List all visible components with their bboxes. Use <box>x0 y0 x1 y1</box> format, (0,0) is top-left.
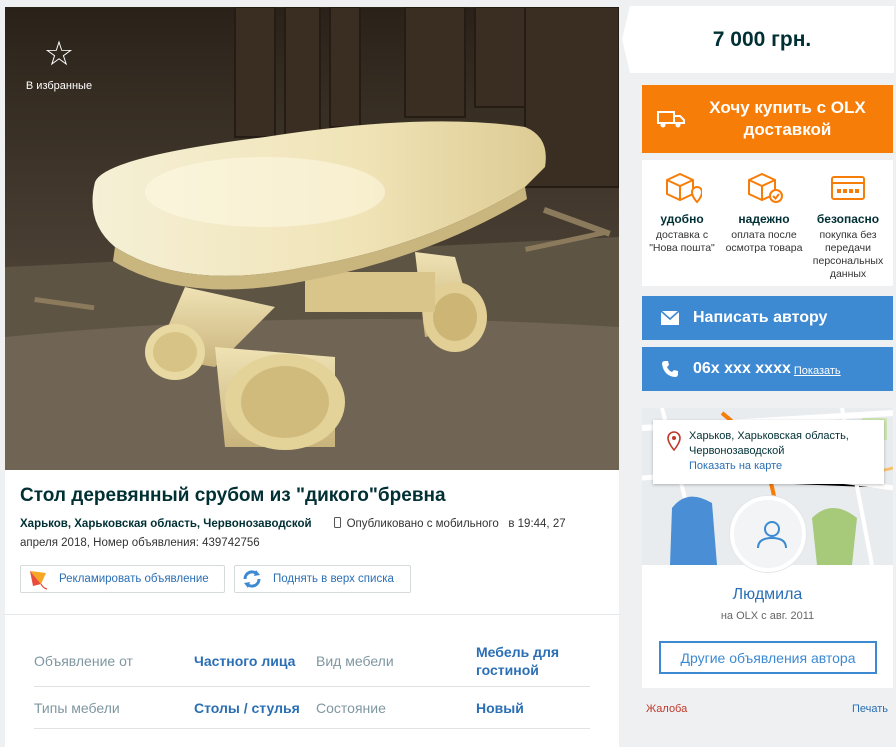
benefit-safe: безопасно покупка без передачи персональ… <box>808 168 888 281</box>
published-label: Опубликовано с мобильного <box>346 518 499 530</box>
user-icon <box>757 521 787 549</box>
show-phone-button[interactable]: 06x xxx xxxx Показать <box>642 347 893 391</box>
kite-icon <box>30 571 48 590</box>
benefit-title: удобно <box>660 212 704 226</box>
raise-ad-label: Поднять в верх списка <box>273 573 394 585</box>
param-key: Объявление от <box>34 652 133 669</box>
avatar[interactable] <box>730 496 806 572</box>
ad-number: Номер объявления: 439742756 <box>93 537 260 549</box>
param-value-link[interactable]: Мебель для гостиной <box>476 643 590 679</box>
promote-ad-button[interactable]: Рекламировать объявление <box>20 565 225 593</box>
phone-icon <box>662 361 678 377</box>
benefit-desc: доставка с "Нова пошта" <box>649 229 715 254</box>
listing-main: ☆ В избранные Стол деревянный срубом из … <box>5 7 619 747</box>
benefit-reliable: надежно оплата после осмотра товара <box>724 168 804 255</box>
map-pin-icon <box>667 431 681 451</box>
delivery-benefits: удобно доставка с "Нова пошта" надежно о… <box>642 160 893 286</box>
listing-meta: Харьков, Харьковская область, Червонозав… <box>20 515 590 553</box>
box-pin-icon <box>666 172 702 204</box>
message-author-label: Написать автору <box>693 309 828 326</box>
raise-ad-button[interactable]: Поднять в верх списка <box>234 565 411 593</box>
seller-name[interactable]: Людмила <box>642 586 893 604</box>
refresh-arrows-icon <box>243 570 261 588</box>
benefit-title: безопасно <box>816 212 880 226</box>
listing-title: Стол деревянный срубом из "дикого"бревна <box>20 485 446 506</box>
param-value-link[interactable]: Столы / стулья <box>194 699 316 717</box>
param-key: Типы мебели <box>34 699 120 716</box>
card-icon <box>831 176 865 200</box>
param-value-link[interactable]: Новый <box>476 699 590 717</box>
price: 7 000 грн. <box>712 28 812 51</box>
phone-number: 06x xxx xxxx <box>693 360 791 377</box>
other-ads-button[interactable]: Другие объявления автора <box>659 641 877 674</box>
seller-card: Харьков, Харьковская область, Червонозав… <box>642 408 893 688</box>
favorite-button[interactable]: ☆ В избранные <box>19 37 99 92</box>
report-link[interactable]: Жалоба <box>646 703 687 715</box>
print-link[interactable]: Печать <box>852 703 888 715</box>
promote-ad-label: Рекламировать объявление <box>59 573 209 585</box>
favorite-label: В избранные <box>25 80 93 92</box>
buy-with-delivery-button[interactable]: Хочу купить с OLX доставкой <box>642 85 893 153</box>
message-author-button[interactable]: Написать автору <box>642 296 893 340</box>
divider <box>5 614 619 615</box>
benefit-convenient: удобно доставка с "Нова пошта" <box>642 168 722 255</box>
params-row: Типы мебели Столы / стулья Состояние Нов… <box>34 687 590 729</box>
location-text: Харьков, Харьковская область, Червонозав… <box>689 430 849 457</box>
listing-photo[interactable]: ☆ В избранные <box>5 7 619 470</box>
star-icon: ☆ <box>43 34 75 74</box>
param-key: Состояние <box>316 699 386 716</box>
envelope-icon <box>661 311 679 325</box>
benefit-title: надежно <box>738 212 790 226</box>
param-value-link[interactable]: Частного лица <box>194 652 316 670</box>
mobile-phone-icon <box>333 517 341 528</box>
params-row: Объявление от Частного лица Вид мебели М… <box>34 635 590 687</box>
benefit-desc: покупка без передачи персональных данных <box>812 229 884 280</box>
box-check-icon <box>748 172 783 203</box>
param-key: Вид мебели <box>316 652 394 669</box>
truck-icon <box>657 111 685 128</box>
show-phone-link[interactable]: Показать <box>794 365 841 377</box>
price-box: 7 000 грн. <box>622 6 894 73</box>
location-card: Харьков, Харьковская область, Червонозав… <box>653 420 884 484</box>
benefit-desc: оплата после осмотра товара <box>725 229 803 254</box>
seller-since: на OLX с авг. 2011 <box>720 610 815 622</box>
params-table: Объявление от Частного лица Вид мебели М… <box>34 635 590 729</box>
show-on-map-link[interactable]: Показать на карте <box>689 459 884 474</box>
listing-location[interactable]: Харьков, Харьковская область, Червонозав… <box>20 518 312 530</box>
buy-with-delivery-label: Хочу купить с OLX доставкой <box>709 98 866 139</box>
